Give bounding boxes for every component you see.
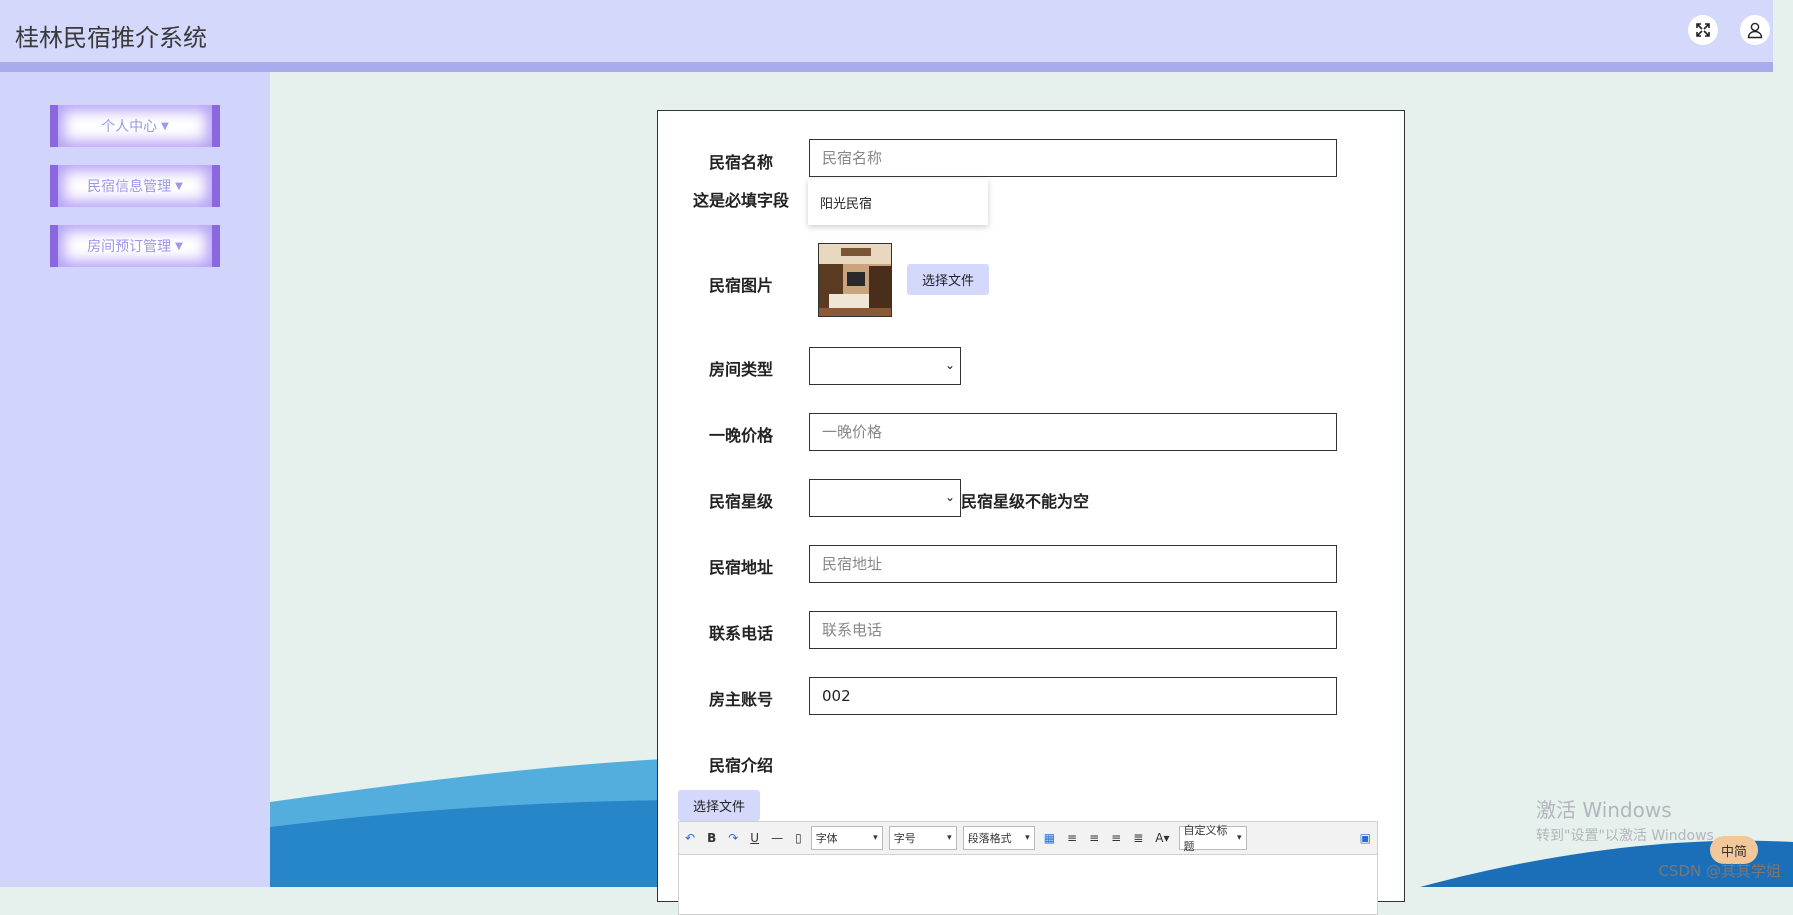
stars-error: 民宿星级不能为空 <box>961 492 1090 511</box>
sidebar-item-label: 个人中心 <box>101 119 158 135</box>
align-left-icon[interactable]: ≡ <box>1067 831 1077 845</box>
expand-icon <box>1696 23 1710 37</box>
room-type-label: 房间类型 <box>709 360 774 379</box>
fullscreen-button[interactable] <box>1688 15 1718 45</box>
choose-image-button[interactable]: 选择文件 <box>907 264 989 295</box>
activation-line2: 转到"设置"以激活 Windows <box>1536 828 1714 844</box>
app-title: 桂林民宿推介系统 <box>15 24 207 52</box>
caret-down-icon: ▼ <box>175 240 183 252</box>
table-icon[interactable]: ▦ <box>1044 831 1055 845</box>
align-center-icon[interactable]: ≡ <box>1111 831 1121 845</box>
size-dropdown[interactable]: 字号 ▾ <box>888 826 957 850</box>
preview-icon[interactable]: ▣ <box>1360 831 1371 845</box>
align-right-icon[interactable]: ≡ <box>1089 831 1099 845</box>
price-input[interactable] <box>809 413 1337 451</box>
sidebar: 个人中心 ▼ 民宿信息管理 ▼ 房间预订管理 ▼ <box>0 72 270 887</box>
dropdown-arrow-icon: ▾ <box>873 833 878 843</box>
document-icon[interactable]: ▯ <box>795 831 802 845</box>
font-color-icon[interactable]: A▾ <box>1155 831 1169 845</box>
dropdown-arrow-icon: ▾ <box>1025 833 1030 843</box>
suggestion-text: 阳光民宿 <box>820 196 873 212</box>
rich-text-toolbar: ↶ B ↷ U — ▯ 字体 ▾ 字号 ▾ 段落格式 ▾ ▦ ≡ ≡ ≡ ≣ A… <box>678 821 1378 855</box>
underline-icon[interactable]: U <box>750 831 759 845</box>
bold-icon[interactable]: B <box>707 831 716 845</box>
name-label: 民宿名称 <box>709 153 774 172</box>
owner-label: 房主账号 <box>709 690 774 709</box>
paragraph-dropdown-label: 段落格式 <box>967 832 1012 845</box>
activation-line1: 激活 Windows <box>1536 798 1672 822</box>
font-dropdown-label: 字体 <box>815 832 838 845</box>
homestay-form: 民宿名称 这是必填字段 阳光民宿 民宿图片 选择文件 房间类型 ⌄ 一晚价格 民… <box>657 110 1405 915</box>
choose-intro-file-label: 选择文件 <box>692 800 745 815</box>
sidebar-item-personal-center[interactable]: 个人中心 ▼ <box>50 105 220 147</box>
choose-image-label: 选择文件 <box>921 274 974 289</box>
user-icon <box>1747 22 1763 39</box>
windows-activation-watermark: 激活 Windows 转到"设置"以激活 Windows <box>1536 794 1714 845</box>
address-input[interactable] <box>809 545 1337 583</box>
required-message: 这是必填字段 <box>693 191 790 210</box>
align-justify-icon[interactable]: ≣ <box>1133 831 1143 845</box>
custom-title-dropdown[interactable]: 自定义标题 ▾ <box>1178 824 1247 853</box>
rich-text-editor[interactable] <box>678 855 1378 915</box>
dropdown-arrow-icon: ▾ <box>1236 833 1242 843</box>
caret-down-icon: ▼ <box>175 180 183 192</box>
font-dropdown[interactable]: 字体 ▾ <box>810 826 883 850</box>
sidebar-item-label: 民宿信息管理 <box>87 179 172 195</box>
chevron-down-icon: ⌄ <box>944 490 955 504</box>
address-label: 民宿地址 <box>709 558 774 577</box>
app-header: 桂林民宿推介系统 <box>0 0 1773 72</box>
redo-icon[interactable]: ↷ <box>728 831 738 845</box>
stars-select[interactable]: ⌄ <box>809 479 961 517</box>
dropdown-arrow-icon: ▾ <box>947 833 952 843</box>
chevron-down-icon: ⌄ <box>944 358 955 372</box>
image-label: 民宿图片 <box>709 276 774 295</box>
homestay-thumbnail <box>818 243 892 317</box>
stars-label: 民宿星级 <box>709 492 774 511</box>
paragraph-dropdown[interactable]: 段落格式 ▾ <box>962 826 1035 850</box>
phone-label: 联系电话 <box>709 624 774 643</box>
sidebar-item-booking-management[interactable]: 房间预订管理 ▼ <box>50 225 220 267</box>
csdn-watermark: CSDN @其其学姐 <box>1658 862 1781 880</box>
name-input[interactable] <box>809 139 1337 177</box>
caret-down-icon: ▼ <box>161 120 169 132</box>
intro-label: 民宿介绍 <box>709 756 774 775</box>
autocomplete-suggestion[interactable]: 阳光民宿 <box>808 179 988 225</box>
user-button[interactable] <box>1740 15 1770 45</box>
room-type-select[interactable]: ⌄ <box>809 347 961 385</box>
phone-input[interactable] <box>809 611 1337 649</box>
price-label: 一晚价格 <box>709 426 774 445</box>
sidebar-item-label: 房间预订管理 <box>87 239 172 255</box>
choose-intro-file-button[interactable]: 选择文件 <box>678 790 760 821</box>
sidebar-item-homestay-management[interactable]: 民宿信息管理 ▼ <box>50 165 220 207</box>
owner-input[interactable] <box>809 677 1337 715</box>
horizontal-rule-icon[interactable]: — <box>771 831 783 845</box>
undo-icon[interactable]: ↶ <box>685 831 695 845</box>
ime-label: 中简 <box>1720 844 1747 860</box>
custom-title-dropdown-label: 自定义标题 <box>1183 824 1228 853</box>
size-dropdown-label: 字号 <box>893 832 916 845</box>
